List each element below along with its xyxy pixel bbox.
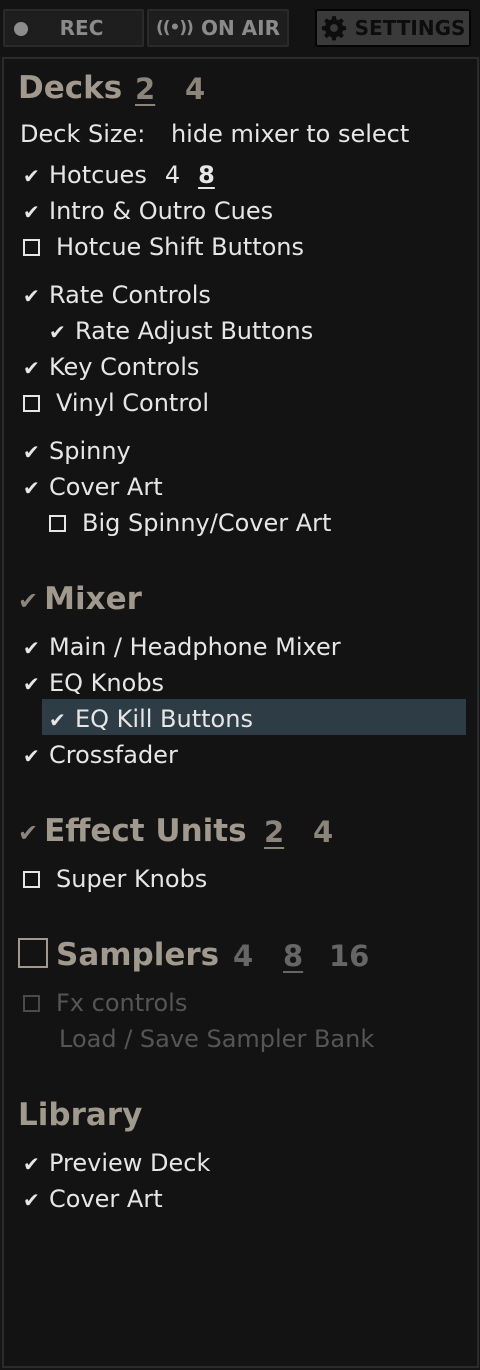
hotcues-toggle[interactable]: ✔ Hotcues 4 8 [23,161,215,189]
deck-size-value: hide mixer to select [170,120,410,148]
library-cover-art-label: Cover Art [49,1185,163,1213]
key-controls-label: Key Controls [49,353,200,381]
gear-icon [321,16,346,41]
checkmark-icon: ✔ [23,476,40,500]
sampler-count-option-16[interactable]: 16 [329,939,369,973]
big-spinny-label: Big Spinny/Cover Art [82,509,332,537]
samplers-toggle[interactable]: Samplers [18,937,219,973]
checkmark-icon: ✔ [23,164,40,188]
cover-art-toggle[interactable]: ✔ Cover Art [23,473,163,501]
fx-controls-toggle[interactable]: Fx controls [23,989,187,1017]
crossfader-toggle[interactable]: ✔ Crossfader [23,741,178,769]
checkmark-icon: ✔ [23,1152,40,1176]
checkmark-icon: ✔ [23,672,40,696]
checkmark-icon: ✔ [49,708,66,732]
hotcues-option-8[interactable]: 8 [198,161,215,189]
key-controls-toggle[interactable]: ✔ Key Controls [23,353,199,381]
checkmark-icon: ✔ [18,587,39,615]
checkmark-icon: ✔ [23,440,40,464]
toolbar: REC ((•)) ON AIR SETTINGS [0,0,480,56]
rec-button[interactable]: REC [3,9,144,47]
fx-controls-label: Fx controls [56,989,188,1017]
library-title: Library [18,1097,143,1133]
checkmark-icon: ✔ [23,636,40,660]
broadcast-icon: ((•)) [156,18,194,38]
unchecked-box-icon [18,938,48,968]
eq-kill-toggle[interactable]: ✔ EQ Kill Buttons [49,705,253,733]
decks-title: Decks [18,70,123,106]
rec-label: REC [59,16,104,40]
checkmark-icon: ✔ [23,200,40,224]
samplers-title: Samplers [56,937,220,973]
crossfader-label: Crossfader [49,741,178,769]
unchecked-box-icon [23,239,40,256]
checkmark-icon: ✔ [23,284,40,308]
rate-controls-toggle[interactable]: ✔ Rate Controls [23,281,211,309]
eq-kill-label: EQ Kill Buttons [75,705,253,733]
rate-controls-label: Rate Controls [49,281,211,309]
hotcue-shift-label: Hotcue Shift Buttons [56,233,305,261]
deck-size-row: Deck Size: hide mixer to select [20,120,409,148]
library-cover-art-toggle[interactable]: ✔ Cover Art [23,1185,163,1213]
cover-art-label: Cover Art [49,473,163,501]
preview-deck-label: Preview Deck [49,1149,211,1177]
mixer-toggle[interactable]: ✔ Mixer [18,581,142,617]
sampler-count-option-4[interactable]: 4 [233,939,253,973]
checkmark-icon: ✔ [23,744,40,768]
vinyl-control-label: Vinyl Control [56,389,210,417]
settings-panel: Decks 2 4 Deck Size: hide mixer to selec… [2,57,479,1368]
settings-label: SETTINGS [354,16,466,40]
vinyl-control-toggle[interactable]: Vinyl Control [23,389,209,417]
eq-knobs-label: EQ Knobs [49,669,165,697]
spinny-toggle[interactable]: ✔ Spinny [23,437,131,465]
intro-outro-toggle[interactable]: ✔ Intro & Outro Cues [23,197,273,225]
big-spinny-toggle[interactable]: Big Spinny/Cover Art [49,509,331,537]
checkmark-icon: ✔ [49,320,66,344]
sampler-count-option-8[interactable]: 8 [283,939,303,973]
hotcues-option-4[interactable]: 4 [165,161,180,189]
record-dot-icon [14,22,28,36]
effect-units-title: Effect Units [44,813,247,849]
checkmark-icon: ✔ [23,1188,40,1212]
deck-size-label: Deck Size: [20,120,146,148]
on-air-button[interactable]: ((•)) ON AIR [147,9,289,47]
spinny-label: Spinny [49,437,131,465]
mixer-title: Mixer [44,581,142,617]
main-headphone-toggle[interactable]: ✔ Main / Headphone Mixer [23,633,341,661]
unchecked-box-icon [49,515,66,532]
checkmark-icon: ✔ [18,819,39,847]
super-knobs-toggle[interactable]: Super Knobs [23,865,207,893]
on-air-label: ON AIR [200,16,280,40]
effect-count-option-2[interactable]: 2 [264,815,284,849]
super-knobs-label: Super Knobs [56,865,208,893]
rate-adjust-label: Rate Adjust Buttons [75,317,314,345]
hotcues-label: Hotcues [49,161,147,189]
settings-button[interactable]: SETTINGS [315,9,471,47]
preview-deck-toggle[interactable]: ✔ Preview Deck [23,1149,210,1177]
eq-knobs-toggle[interactable]: ✔ EQ Knobs [23,669,164,697]
unchecked-box-icon [23,871,40,888]
checkmark-icon: ✔ [23,356,40,380]
unchecked-box-icon [23,995,40,1012]
main-headphone-label: Main / Headphone Mixer [49,633,341,661]
deck-count-option-2[interactable]: 2 [135,72,155,106]
hotcue-shift-toggle[interactable]: Hotcue Shift Buttons [23,233,304,261]
effect-units-toggle[interactable]: ✔ Effect Units [18,813,247,849]
rate-adjust-toggle[interactable]: ✔ Rate Adjust Buttons [49,317,313,345]
load-save-sampler-bank[interactable]: Load / Save Sampler Bank [59,1025,374,1053]
deck-count-option-4[interactable]: 4 [185,72,205,106]
intro-outro-label: Intro & Outro Cues [49,197,274,225]
unchecked-box-icon [23,395,40,412]
effect-count-option-4[interactable]: 4 [313,815,333,849]
